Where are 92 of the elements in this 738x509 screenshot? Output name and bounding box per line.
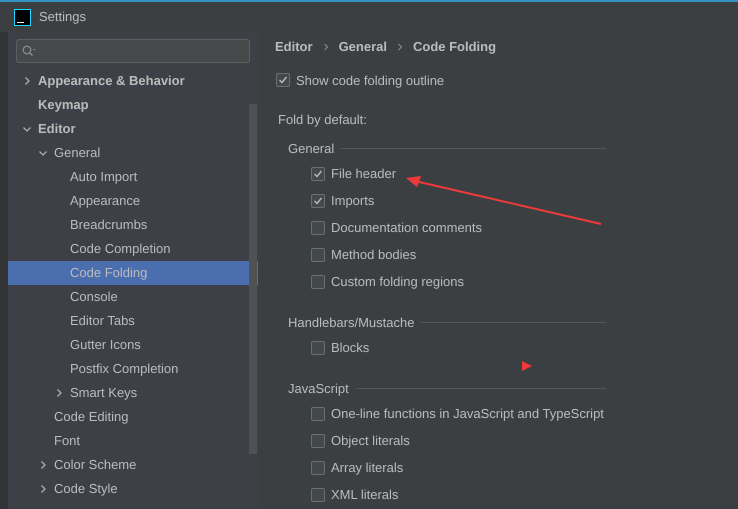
option-label: XML literals	[331, 486, 398, 504]
tree-item-label: General	[54, 144, 100, 162]
checkbox-option[interactable]: XML literals	[311, 482, 606, 508]
checkbox[interactable]	[311, 275, 325, 289]
option-label: Array literals	[331, 459, 404, 478]
chevron-down-icon[interactable]	[38, 148, 48, 158]
tree-item-label: Editor	[38, 120, 76, 138]
checkbox[interactable]	[276, 73, 290, 88]
tree-item-label: Code Editing	[54, 408, 128, 426]
section-label: Fold by default:	[278, 111, 368, 129]
checkbox-option[interactable]: Imports	[311, 188, 606, 214]
tree-item[interactable]: General	[8, 141, 258, 165]
tree-item-label: Smart Keys	[70, 384, 138, 402]
tree-item-label: Appearance	[70, 192, 140, 210]
scrollbar-thumb[interactable]	[249, 104, 257, 454]
tree-item[interactable]: Editor	[8, 117, 258, 141]
checkmark-icon	[313, 169, 323, 179]
tree-item[interactable]: Code Editing	[8, 405, 258, 429]
tree-item[interactable]: Color Scheme	[8, 453, 258, 477]
option-label: Imports	[331, 192, 374, 210]
tree-item-label: Auto Import	[70, 168, 138, 186]
tree-item-label: Breadcrumbs	[70, 216, 148, 234]
checkbox[interactable]	[311, 407, 325, 421]
tree-item[interactable]: Font	[8, 429, 258, 453]
tree-item[interactable]: Breadcrumbs	[8, 213, 258, 237]
breadcrumb-link[interactable]: General	[338, 37, 387, 56]
tree-item-label: Code Style	[54, 480, 118, 498]
checkbox[interactable]	[311, 434, 325, 448]
tree-item[interactable]: Appearance	[8, 189, 258, 213]
checkbox[interactable]	[311, 221, 325, 235]
checkbox-option[interactable]: File header	[311, 160, 606, 188]
tree-item-label: Gutter Icons	[70, 336, 141, 354]
checkbox-option[interactable]: Blocks	[311, 334, 606, 362]
tree-item-label: Code Completion	[70, 240, 170, 258]
checkbox[interactable]	[311, 248, 325, 262]
tree-item-label: Font	[54, 432, 80, 450]
tree-item-label: Keymap	[38, 96, 89, 114]
checkbox[interactable]	[311, 488, 325, 502]
tree-item-label: Color Scheme	[54, 456, 136, 474]
checkbox[interactable]	[311, 461, 325, 475]
breadcrumb-link[interactable]: Editor	[275, 37, 313, 56]
option-label: Blocks	[331, 339, 370, 358]
tree-item[interactable]: Postfix Completion	[8, 357, 258, 381]
chevron-right-icon[interactable]	[38, 484, 48, 494]
tree-item[interactable]: Keymap	[8, 93, 258, 117]
tree-item[interactable]: Code Completion	[8, 237, 258, 261]
window-title: Settings	[39, 8, 86, 26]
checkbox-option[interactable]: Object literals	[311, 428, 606, 454]
option-label: Show code folding outline	[296, 72, 444, 90]
option-label: File header	[331, 165, 396, 184]
tree-item[interactable]: Console	[8, 285, 258, 309]
chevron-right-icon[interactable]	[38, 460, 48, 470]
option-label: Documentation comments	[331, 219, 482, 238]
group-title: General	[288, 140, 334, 158]
chevron-right-icon	[396, 42, 403, 51]
app-logo-icon	[14, 8, 31, 26]
tree-item-label: Postfix Completion	[70, 360, 178, 378]
checkbox-option[interactable]: Custom folding regions	[311, 268, 606, 296]
checkmark-icon	[313, 196, 323, 206]
checkbox-option[interactable]: Array literals	[311, 454, 606, 482]
annotation-triangle	[522, 361, 532, 371]
tree-item-label: Editor Tabs	[70, 312, 135, 330]
checkbox-option[interactable]: Documentation comments	[311, 214, 606, 242]
chevron-right-icon[interactable]	[22, 76, 32, 86]
tree-item[interactable]: Appearance & Behavior	[8, 69, 258, 93]
group-title: JavaScript	[288, 380, 349, 398]
tree-item[interactable]: Code Style	[8, 477, 258, 501]
option-label: Object literals	[331, 432, 410, 450]
tree-item[interactable]: Auto Import	[8, 165, 258, 189]
option-label: Method bodies	[331, 246, 416, 264]
checkbox[interactable]	[311, 194, 325, 208]
checkbox[interactable]	[311, 167, 325, 181]
tree-item-label: Appearance & Behavior	[38, 72, 185, 90]
tree-item[interactable]: Gutter Icons	[8, 333, 258, 357]
search-icon	[22, 45, 36, 57]
tree-item[interactable]: Smart Keys	[8, 381, 258, 405]
group-title: Handlebars/Mustache	[288, 314, 414, 332]
option-label: One-line functions in JavaScript and TypeScript	[331, 405, 604, 424]
tree-item-label: Code Folding	[70, 264, 148, 282]
breadcrumb-link[interactable]: Code Folding	[412, 37, 496, 56]
checkbox[interactable]	[311, 341, 325, 355]
checkbox-option[interactable]: Show code folding outline	[276, 70, 738, 90]
checkbox-option[interactable]: Method bodies	[311, 242, 606, 268]
option-label: Custom folding regions	[331, 273, 464, 292]
search-field[interactable]	[16, 39, 250, 63]
chevron-right-icon	[322, 42, 329, 51]
checkbox-option[interactable]: One-line functions in JavaScript and TypeScript	[311, 400, 606, 428]
tree-item-label: Console	[70, 288, 118, 306]
checkmark-icon	[278, 75, 288, 86]
chevron-right-icon[interactable]	[54, 388, 64, 398]
chevron-down-icon[interactable]	[22, 124, 32, 134]
tree-item[interactable]: Editor Tabs	[8, 309, 258, 333]
